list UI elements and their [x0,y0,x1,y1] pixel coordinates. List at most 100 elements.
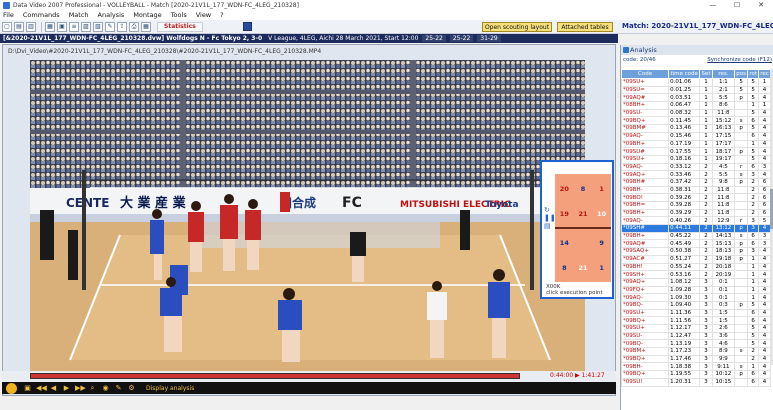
table-row[interactable]: *09SU= 0.01.25 1 2:1 5 5 4 [620,85,771,95]
column-header[interactable]: time code [668,69,701,79]
attached-tables-button[interactable]: Attached tables [557,22,613,32]
synchronize-code-link[interactable]: Synchronize code (F12) [707,57,772,65]
table-row[interactable]: *09SH+ 0.53.16 2 20:19 1 4 [620,270,771,279]
court-position[interactable]: 1 [592,176,611,201]
menu-analysis[interactable]: Analysis [98,11,125,19]
list-icon[interactable]: ≡ [69,21,79,32]
refresh-icon[interactable]: ↻ [544,206,552,214]
table-row[interactable]: *09BQ- 1.09.40 3 0:3 p 5 4 [620,300,771,310]
court-icon[interactable]: ▥ [26,21,36,32]
table-row[interactable]: *09AQ- 1.09.30 3 0:1 1 4 [620,293,771,302]
table-row[interactable]: *09BQ+ 1.17.46 3 9:9 2 4 [620,354,771,364]
menu-montage[interactable]: Montage [133,11,161,19]
court-position[interactable]: 9 [592,230,611,255]
video-progress-bar[interactable] [30,373,520,379]
camera-icon[interactable]: ◉ [101,384,110,392]
court-diagram[interactable]: 20 8 1 19 21 10 14 9 8 21 1 [555,174,611,282]
table-row[interactable]: *09AQ+ 0.33.46 2 5:5 s 3 4 [620,170,771,179]
court-position[interactable]: 21 [574,201,593,226]
display-analysis-label[interactable]: Display analysis [146,385,194,392]
table-row[interactable]: *09AQ- 0.40.26 2 12:9 r 3 5 [620,216,771,226]
column-header[interactable]: Code [620,69,670,79]
table-row[interactable]: *09AQ+ 1.08.12 3 0:1 1 4 [620,277,771,287]
menu-file[interactable]: File [3,11,14,19]
table-row[interactable]: *09SH# 0.44.11 2 13:12 p 3 4 [620,224,771,233]
table-row[interactable]: *09BO! 0.39.26 2 11:8 2 6 [620,193,771,202]
report-icon[interactable]: ▧ [93,21,103,32]
table-row[interactable]: *09BQ+ 0.11.45 1 15:12 s 6 4 [620,116,771,126]
table-row[interactable]: *09BH- 1.18.38 3 9:11 s 1 4 [620,362,771,372]
table-row[interactable]: *09BM# 0.13.46 1 16:13 p 5 4 [620,124,771,133]
table-row[interactable]: *09SU- 1.12.47 3 3:6 5 4 [620,331,771,341]
edit-icon[interactable]: ✎ [105,21,115,32]
play-button[interactable] [6,382,17,394]
chart-icon[interactable]: ▨ [81,21,91,32]
statistics-button[interactable]: Statistics [157,21,203,32]
print-icon[interactable]: ⎙ [129,21,139,32]
screen-icon[interactable]: ▣ [23,384,32,392]
open-icon[interactable]: ▤ [14,21,24,32]
rewind-icon[interactable]: ◀ [49,384,58,392]
court-position[interactable]: 8 [574,176,593,201]
court-position[interactable]: 20 [555,176,574,201]
table-row[interactable]: *09FQ+ 1.09.28 3 0:1 1 4 [620,285,771,295]
table-row[interactable]: *09AQ# 0.03.51 1 5:5 p 5 4 [620,93,771,103]
table-row[interactable]: *09BQ+ 1.19.55 3 10:12 p 6 4 [620,370,771,379]
rewind-fast-icon[interactable]: ◀◀ [36,384,47,392]
court-position[interactable] [574,230,593,255]
forward-icon[interactable]: ▶ [62,384,71,392]
table-row[interactable]: *09SU- 0.08.32 1 11:8 5 4 [620,108,771,118]
menu-tools[interactable]: Tools [171,11,187,19]
table-row[interactable]: *08BH+ 0.06.47 1 8:6 1 1 [620,101,771,110]
court-position[interactable]: 8 [555,255,574,280]
open-scouting-layout-button[interactable]: Open scouting layout [482,22,552,32]
column-header[interactable]: pos [734,69,749,79]
export-icon[interactable]: ⇪ [117,21,127,32]
grid-icon[interactable]: ▦ [45,21,55,32]
column-header[interactable]: rot [747,69,760,79]
table-row[interactable]: *09SU! 1.20.31 3 10:15 6 4 [620,377,771,387]
table-row[interactable]: *09AC# 0.51.27 2 19:18 p 1 4 [620,254,771,264]
table-row[interactable]: *09SU# 0.17.55 1 18:17 p 5 4 [620,147,771,156]
menu-match[interactable]: Match [69,11,89,19]
video-icon[interactable]: ▣ [57,21,67,32]
court-position[interactable]: 10 [592,201,611,226]
table-row[interactable]: *09BH# 0.37.42 2 9:8 p 2 6 [620,177,771,187]
table-row[interactable]: *09BH+ 0.45.22 2 14:13 s 6 3 [620,231,771,241]
forward-fast-icon[interactable]: ▶▶ [75,384,86,392]
court-panel[interactable]: ↻ ❚❚ ▤ 20 8 1 19 21 10 14 9 8 21 1 X00K … [540,160,614,299]
column-header[interactable]: Set [699,69,713,79]
menu-help[interactable]: ? [220,11,223,19]
minimize-button[interactable]: — [701,0,725,10]
table-row[interactable]: *09SU+ 1.12.17 3 2:6 5 4 [620,324,771,333]
table-row[interactable]: *09BH- 0.38.31 2 11:8 2 6 [620,185,771,195]
court-position[interactable]: 19 [555,201,574,226]
draw-icon[interactable]: ✎ [114,384,123,392]
table-row[interactable]: *09BH= 0.39.28 2 11:8 2 6 [620,201,771,210]
new-icon[interactable]: ▢ [2,21,12,32]
maximize-button[interactable]: ☐ [725,0,749,10]
save-icon[interactable] [242,22,252,31]
settings-icon[interactable]: ⚙ [127,384,136,392]
menu-commands[interactable]: Commands [23,11,60,19]
table-row[interactable]: *09SAQ+ 0.50.38 2 18:13 p 3 4 [620,247,771,256]
table-row[interactable]: *09SU+ 1.11.36 3 1:5 6 4 [620,308,771,318]
pause-icon[interactable]: ❚❚ [544,214,556,222]
column-header[interactable]: rec [758,69,771,79]
layers-icon[interactable]: ▤ [544,222,552,230]
zoom-icon[interactable]: ⌕ [88,384,97,392]
table-row[interactable]: *09AQ- 0.15.46 1 17:15 6 4 [620,131,771,141]
column-header[interactable]: res. [711,69,736,79]
table-row[interactable]: *09SU+ 0.18.16 1 19:17 5 4 [620,154,771,164]
table-row[interactable]: *09BM+ 1.17.23 3 8:9 s 2 4 [620,347,771,356]
table-row[interactable]: *09BH! 0.55.24 2 20:18 1 4 [620,262,771,272]
court-position[interactable]: 21 [574,255,593,280]
court-position[interactable]: 14 [555,230,574,255]
table-row[interactable]: *09AQ# 0.45.49 2 15:13 p 6 3 [620,239,771,249]
video-frame[interactable]: CENTE 大 業 産 業 田合成 FC MITSUBISHI ELECTRIC… [30,60,585,371]
table-row[interactable]: *09BH+ 0.39.29 2 11:8 2 6 [620,208,771,218]
table-row[interactable]: *09BH+ 0.17.19 1 17:17 1 4 [620,139,771,149]
table-row[interactable]: *09SU+ 0.01.06 1 1:1 5 5 1 [620,78,771,87]
menu-view[interactable]: View [196,11,211,19]
table-icon[interactable]: ▦ [141,21,151,32]
